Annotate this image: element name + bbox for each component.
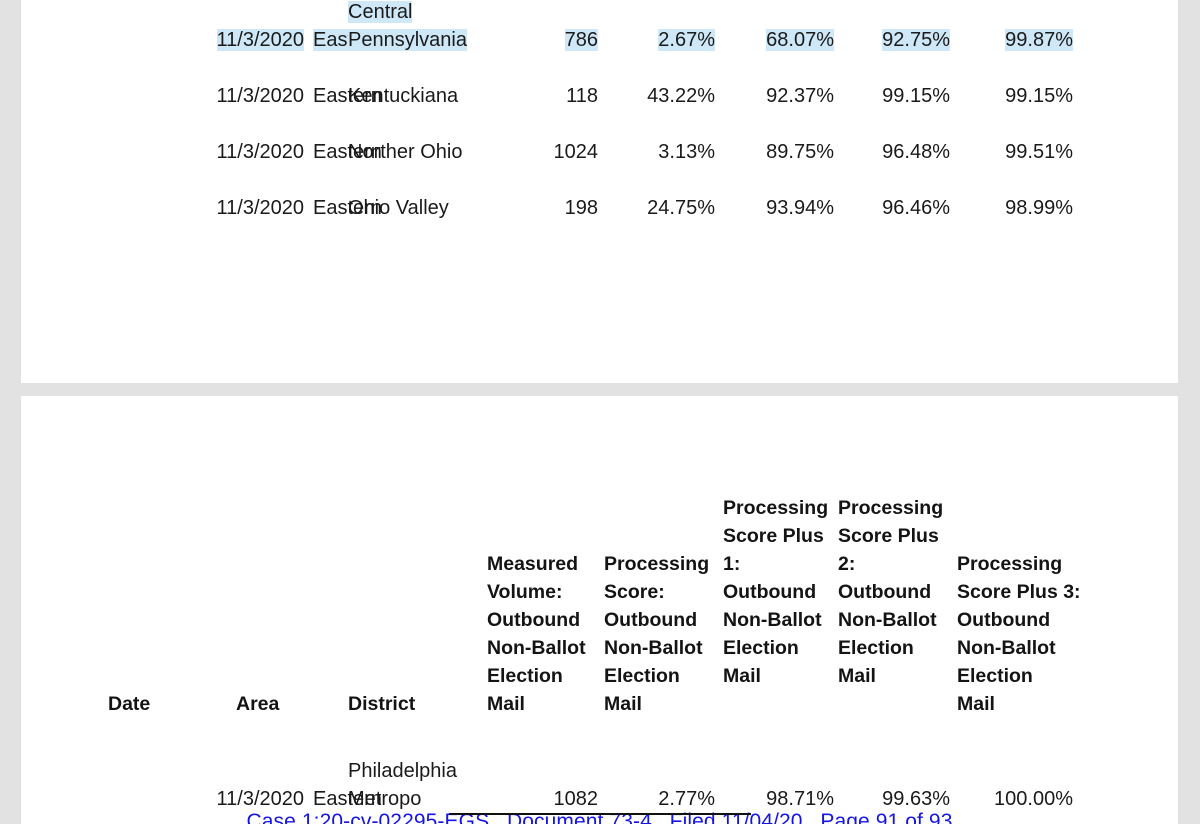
cell-processing-score-plus-3: 99.51% (1005, 141, 1073, 163)
cell-processing-score-plus-3: 99.15% (1005, 85, 1073, 107)
column-header-measured-volume: Measured Volume: Outbound Non-Ballot Ele… (487, 553, 586, 715)
column-header-processing-score: Processing Score: Outbound Non-Ballot El… (604, 553, 710, 715)
column-header-plus-2: Processing Score Plus 2: Outbound Non-Ba… (838, 497, 944, 687)
cell-processing-score-plus-3: 98.99% (1005, 197, 1073, 219)
cell-processing-score-plus-3: 100.00% (994, 788, 1073, 810)
cell-processing-score-plus-3: 99.87% (1005, 29, 1073, 51)
pdf-viewer[interactable]: Central11/3/2020EasternPennsylvania7862.… (0, 0, 1200, 824)
cell-district-line1: Central (348, 1, 413, 23)
table-divider-rule (449, 813, 751, 815)
column-header-district: District (348, 693, 416, 715)
column-header-plus-3: Processing Score Plus 3: Outbound Non-Ba… (957, 553, 1081, 715)
column-header-area: Area (236, 693, 280, 715)
document-page-current: Case 1:20-cv-02295-EGS Document 73-4 Fil… (21, 396, 1178, 824)
column-header-date: Date (108, 693, 151, 715)
document-page-previous: Central11/3/2020EasternPennsylvania7862.… (21, 0, 1178, 383)
cell-district-line1: Philadelphia (348, 760, 457, 782)
page-separator (0, 383, 1200, 396)
column-header-plus-1: Processing Score Plus 1: Outbound Non-Ba… (723, 497, 829, 687)
